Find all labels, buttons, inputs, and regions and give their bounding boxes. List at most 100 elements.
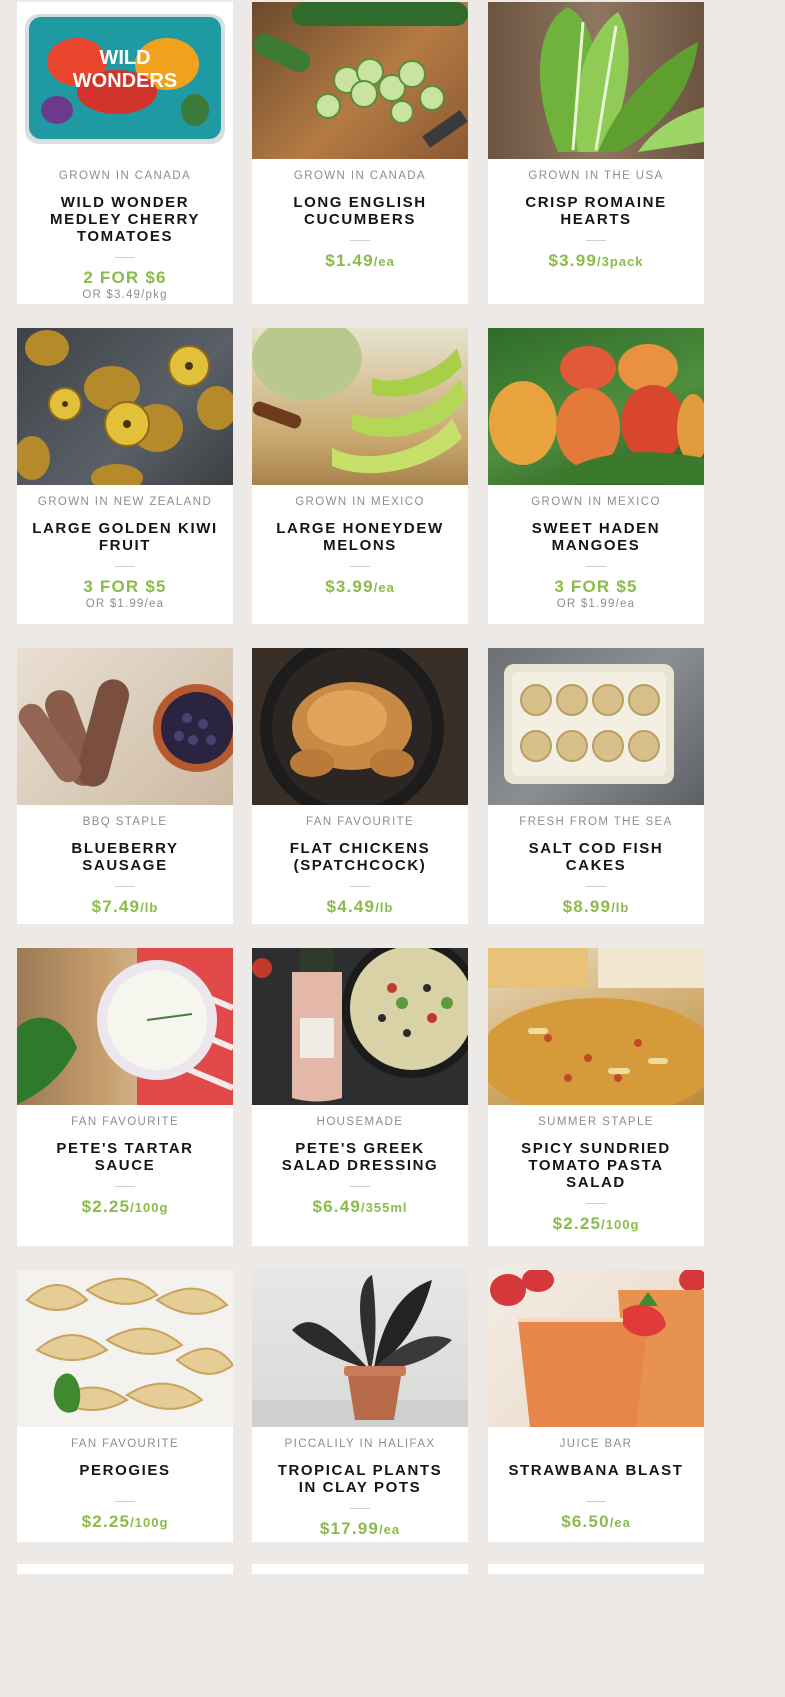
product-card[interactable]: FAN FAVOURITE FLAT CHICKENS (SPATCHCOCK)… bbox=[252, 648, 468, 924]
divider bbox=[586, 886, 606, 887]
price-amount: $6.49 bbox=[312, 1197, 362, 1216]
product-name[interactable]: SWEET HADEN MANGOES bbox=[488, 520, 704, 554]
product-image[interactable] bbox=[488, 328, 704, 485]
product-price: $6.49/355ml bbox=[312, 1197, 407, 1217]
price-amount: 2 FOR $6 bbox=[83, 268, 167, 287]
product-image[interactable] bbox=[252, 948, 468, 1105]
product-name[interactable]: PETE'S GREEK SALAD DRESSING bbox=[252, 1140, 468, 1174]
product-card[interactable]: FAN FAVOURITE PETE'S TARTAR SAUCE $2.25/… bbox=[17, 948, 233, 1246]
svg-text:WONDERS: WONDERS bbox=[73, 70, 177, 92]
product-image[interactable] bbox=[488, 948, 704, 1105]
price-amount: $7.49 bbox=[91, 897, 141, 916]
price-unit: /3pack bbox=[597, 254, 644, 269]
divider bbox=[350, 1186, 370, 1187]
product-name[interactable]: STRAWBANA BLAST bbox=[494, 1462, 697, 1479]
product-card[interactable]: SUMMER STAPLE SPICY SUNDRIED TOMATO PAST… bbox=[488, 948, 704, 1246]
price-amount: $17.99 bbox=[319, 1519, 380, 1538]
product-name[interactable]: LONG ENGLISH CUCUMBERS bbox=[252, 194, 468, 228]
product-image[interactable] bbox=[488, 648, 704, 805]
divider bbox=[115, 1501, 135, 1502]
price-unit: /100g bbox=[601, 1217, 640, 1232]
product-price: $4.49/lb bbox=[327, 897, 394, 917]
divider bbox=[350, 886, 370, 887]
product-price: $1.49/ea bbox=[325, 251, 395, 271]
product-card[interactable]: GROWN IN NEW ZEALAND LARGE GOLDEN KIWI F… bbox=[17, 328, 233, 624]
product-name[interactable]: CRISP ROMAINE HEARTS bbox=[488, 194, 704, 228]
product-card[interactable]: GROWN IN MEXICO SWEET HADEN MANGOES 3 FO… bbox=[488, 328, 704, 624]
svg-text:WILD: WILD bbox=[99, 47, 150, 69]
product-origin: BBQ STAPLE bbox=[82, 816, 168, 828]
product-origin: GROWN IN CANADA bbox=[58, 170, 192, 182]
price-amount: $2.25 bbox=[81, 1197, 131, 1216]
price-unit: /ea bbox=[373, 254, 395, 269]
product-price: $17.99/ea bbox=[320, 1519, 400, 1539]
price-amount: $1.49 bbox=[325, 251, 374, 270]
price-amount: $4.49 bbox=[326, 897, 376, 916]
product-card[interactable]: GROWN IN CANADA LONG ENGLISH CUCUMBERS $… bbox=[252, 2, 468, 304]
product-origin: FAN FAVOURITE bbox=[305, 816, 415, 828]
divider bbox=[115, 566, 135, 567]
price-amount: $6.50 bbox=[561, 1512, 610, 1531]
next-row-card-edge bbox=[252, 1564, 468, 1574]
product-image[interactable] bbox=[252, 1270, 468, 1427]
product-name[interactable]: BLUEBERRY SAUSAGE bbox=[17, 840, 233, 874]
product-image[interactable]: WILD WONDERS bbox=[17, 2, 233, 159]
price-unit: /lb bbox=[375, 900, 394, 915]
product-card[interactable]: FRESH FROM THE SEA SALT COD FISH CAKES $… bbox=[488, 648, 704, 924]
product-origin: HOUSEMADE bbox=[316, 1116, 404, 1128]
product-image[interactable] bbox=[17, 948, 233, 1105]
product-origin: FAN FAVOURITE bbox=[70, 1438, 180, 1450]
price-unit: /ea bbox=[373, 580, 395, 595]
divider bbox=[350, 566, 370, 567]
product-image[interactable] bbox=[488, 2, 704, 159]
price-unit: /ea bbox=[379, 1522, 401, 1537]
divider bbox=[115, 1186, 135, 1187]
divider bbox=[586, 566, 606, 567]
product-card[interactable]: PICCALILY IN HALIFAX TROPICAL PLANTS IN … bbox=[252, 1270, 468, 1542]
product-name[interactable]: SPICY SUNDRIED TOMATO PASTA SALAD bbox=[488, 1140, 704, 1191]
product-image[interactable] bbox=[17, 648, 233, 805]
price-amount: 3 FOR $5 bbox=[83, 577, 167, 596]
product-card[interactable]: GROWN IN MEXICO LARGE HONEYDEW MELONS $3… bbox=[252, 328, 468, 624]
product-price: $2.25/100g bbox=[82, 1512, 169, 1532]
product-price: 3 FOR $5 bbox=[554, 577, 637, 597]
price-unit: /lb bbox=[140, 900, 159, 915]
product-price: 3 FOR $5 bbox=[83, 577, 166, 597]
price-unit: /100g bbox=[130, 1515, 169, 1530]
product-price: $7.49/lb bbox=[92, 897, 159, 917]
product-card[interactable]: WILD WONDERS GROWN IN CANADA WILD WONDER… bbox=[17, 2, 233, 304]
product-card[interactable]: HOUSEMADE PETE'S GREEK SALAD DRESSING $6… bbox=[252, 948, 468, 1246]
price-unit: /ea bbox=[609, 1515, 631, 1530]
price-unit: /lb bbox=[611, 900, 630, 915]
divider bbox=[350, 1508, 370, 1509]
product-origin: GROWN IN NEW ZEALAND bbox=[37, 496, 213, 508]
product-card[interactable]: JUICE BAR STRAWBANA BLAST $6.50/ea bbox=[488, 1270, 704, 1542]
product-image[interactable] bbox=[252, 328, 468, 485]
product-price: $6.50/ea bbox=[561, 1512, 631, 1532]
product-name[interactable]: SALT COD FISH CAKES bbox=[488, 840, 704, 874]
price-unit: /100g bbox=[130, 1200, 169, 1215]
product-name[interactable]: PETE'S TARTAR SAUCE bbox=[17, 1140, 233, 1174]
product-image[interactable] bbox=[252, 648, 468, 805]
product-image[interactable] bbox=[17, 328, 233, 485]
product-name[interactable]: LARGE HONEYDEW MELONS bbox=[252, 520, 468, 554]
product-origin: SUMMER STAPLE bbox=[538, 1116, 654, 1128]
product-origin: GROWN IN CANADA bbox=[293, 170, 427, 182]
alternate-price: OR $1.99/ea bbox=[556, 598, 636, 610]
product-card[interactable]: BBQ STAPLE BLUEBERRY SAUSAGE $7.49/lb bbox=[17, 648, 233, 924]
next-row-card-edge bbox=[17, 1564, 233, 1574]
price-amount: $2.25 bbox=[81, 1512, 131, 1531]
price-amount: $3.99 bbox=[325, 577, 374, 596]
product-card[interactable]: FAN FAVOURITE PEROGIES $2.25/100g bbox=[17, 1270, 233, 1542]
product-name[interactable]: PEROGIES bbox=[65, 1462, 184, 1479]
product-name[interactable]: TROPICAL PLANTS IN CLAY POTS bbox=[252, 1462, 468, 1496]
product-name[interactable]: FLAT CHICKENS (SPATCHCOCK) bbox=[252, 840, 468, 874]
product-name[interactable]: LARGE GOLDEN KIWI FRUIT bbox=[17, 520, 233, 554]
product-price: 2 FOR $6 bbox=[83, 268, 166, 288]
product-name[interactable]: WILD WONDER MEDLEY CHERRY TOMATOES bbox=[17, 194, 233, 245]
product-price: $3.99/3pack bbox=[548, 251, 643, 271]
product-card[interactable]: GROWN IN THE USA CRISP ROMAINE HEARTS $3… bbox=[488, 2, 704, 304]
product-image[interactable] bbox=[488, 1270, 704, 1427]
product-image[interactable] bbox=[17, 1270, 233, 1427]
product-image[interactable] bbox=[252, 2, 468, 159]
